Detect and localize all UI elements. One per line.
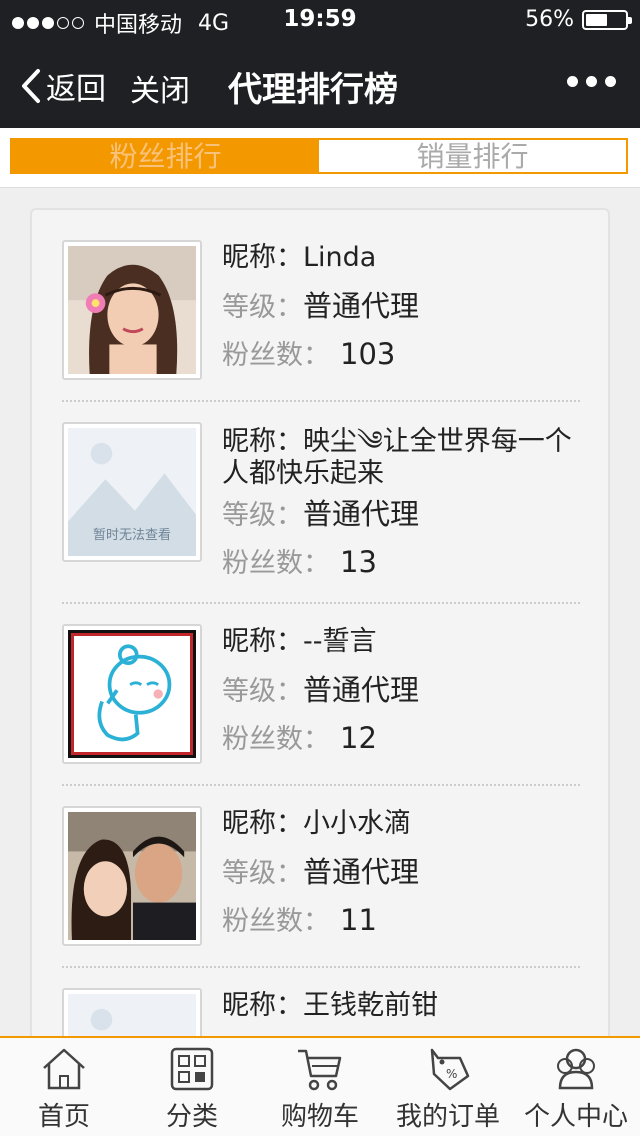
fans-label: 粉丝数： <box>222 724 330 755</box>
avatar-photo-woman <box>68 246 196 374</box>
agent-nickname: 小小水滴 <box>303 808 411 839</box>
user-icon <box>557 1048 595 1090</box>
tab-home[interactable]: 首页 <box>0 1038 128 1136</box>
more-button[interactable] <box>567 76 616 87</box>
back-button[interactable]: 返回 <box>20 64 106 108</box>
tab-profile-label: 个人中心 <box>523 1102 628 1132</box>
level-label: 等级： <box>222 676 303 707</box>
tab-home-label: 首页 <box>37 1102 90 1132</box>
level-label: 等级： <box>222 292 303 323</box>
nav-bar: 返回 关闭 代理排行榜 <box>0 40 640 128</box>
agent-fans: 13 <box>340 545 377 579</box>
nickname-label: 昵称： <box>222 990 303 1021</box>
agent-level: 普通代理 <box>303 497 420 531</box>
tab-cart-label: 购物车 <box>280 1102 359 1132</box>
agent-level: 普通代理 <box>303 673 420 707</box>
close-button[interactable]: 关闭 <box>130 66 190 110</box>
tab-category[interactable]: 分类 <box>128 1038 256 1136</box>
agent-nickname: --誓言 <box>303 626 377 657</box>
back-label: 返回 <box>46 72 106 107</box>
level-label: 等级： <box>222 858 303 889</box>
agent-list: 昵称：Linda 等级：普通代理 粉丝数： 103 暂时无法查看 昵称：映尘༄让全… <box>30 208 610 1068</box>
tab-category-label: 分类 <box>165 1102 218 1132</box>
tab-profile[interactable]: 个人中心 <box>512 1038 640 1136</box>
nickname-label: 昵称： <box>222 626 303 657</box>
tab-orders[interactable]: % 我的订单 <box>384 1038 512 1136</box>
bottom-tab-bar: 首页 分类 购物车 % 我的订单 个人中心 <box>0 1036 640 1136</box>
agent-nickname: Linda <box>303 242 377 273</box>
fans-label: 粉丝数： <box>222 906 330 937</box>
agent-level: 普通代理 <box>303 289 420 323</box>
tab-cart[interactable]: 购物车 <box>256 1038 384 1136</box>
tab-sales-ranking[interactable]: 销量排行 <box>319 140 626 173</box>
divider <box>62 966 580 968</box>
avatar[interactable] <box>62 806 202 946</box>
agent-info: 昵称：--誓言 等级：普通代理 粉丝数： 12 <box>222 618 419 762</box>
agent-info: 昵称：Linda 等级：普通代理 粉丝数： 103 <box>222 234 419 378</box>
fans-label: 粉丝数： <box>222 548 330 579</box>
battery-percent: 56% <box>525 7 574 32</box>
avatar[interactable]: 暂时无法查看 <box>62 422 202 562</box>
chevron-left-icon <box>22 69 40 103</box>
svg-text:%: % <box>446 1067 457 1081</box>
cart-icon <box>298 1049 342 1091</box>
agent-level: 普通代理 <box>303 855 420 889</box>
nickname-label: 昵称： <box>222 426 303 457</box>
agent-fans: 12 <box>340 721 377 755</box>
page-title: 代理排行榜 <box>228 70 398 110</box>
tab-orders-label: 我的订单 <box>395 1102 500 1132</box>
status-bar: 中国移动 4G 19:59 56% <box>0 0 640 40</box>
ranking-tabs-container: 粉丝排行 销量排行 <box>0 128 640 188</box>
avatar[interactable] <box>62 240 202 380</box>
avatar-placeholder: 暂时无法查看 <box>68 428 196 556</box>
divider <box>62 400 580 402</box>
battery-icon <box>582 9 632 30</box>
status-right: 56% <box>525 7 632 32</box>
fans-label: 粉丝数： <box>222 340 330 371</box>
ranking-tabs: 粉丝排行 销量排行 <box>10 138 628 174</box>
avatar[interactable] <box>62 624 202 764</box>
category-icon <box>170 1047 214 1091</box>
agent-fans: 103 <box>340 337 396 371</box>
avatar-cartoon <box>68 630 196 758</box>
tag-icon: % <box>430 1048 470 1091</box>
tab-fans-ranking[interactable]: 粉丝排行 <box>12 140 319 173</box>
divider <box>62 784 580 786</box>
avatar-placeholder-text: 暂时无法查看 <box>92 528 171 543</box>
level-label: 等级： <box>222 500 303 531</box>
agent-info: 昵称：小小水滴 等级：普通代理 粉丝数： 11 <box>222 800 419 944</box>
divider <box>62 602 580 604</box>
nickname-label: 昵称： <box>222 808 303 839</box>
avatar-photo-couple <box>68 812 196 940</box>
home-icon <box>43 1048 85 1090</box>
agent-fans: 11 <box>340 903 377 937</box>
nickname-label: 昵称： <box>222 242 303 273</box>
agent-info: 昵称：映尘༄让全世界每一个人都快乐起来 等级：普通代理 粉丝数： 13 <box>222 420 592 586</box>
agent-nickname: 王钱乾前钳 <box>303 990 438 1021</box>
